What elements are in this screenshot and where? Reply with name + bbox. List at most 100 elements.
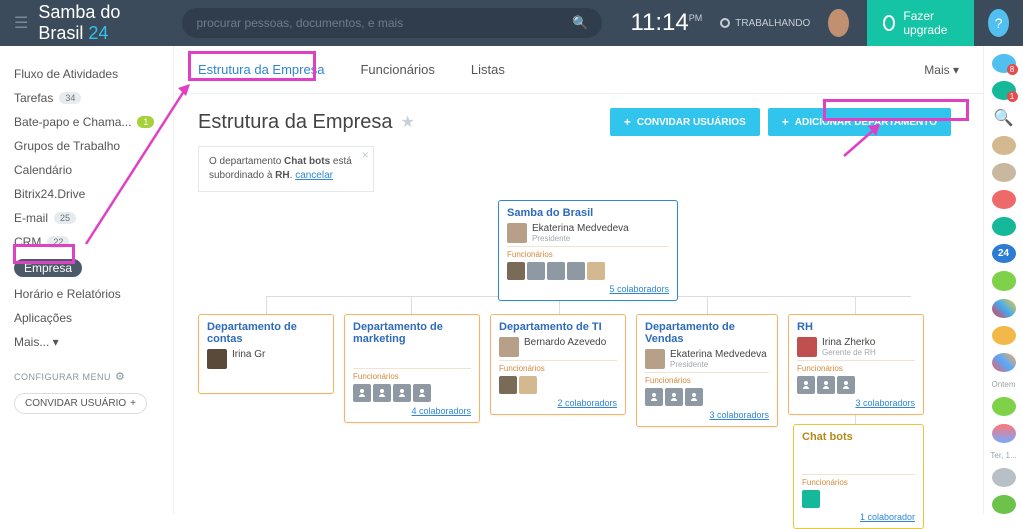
sidebar-item[interactable]: Horário e Relatórios	[0, 282, 173, 306]
thumb[interactable]	[413, 384, 431, 402]
func-label: Funcionários	[507, 246, 669, 259]
thumb[interactable]	[393, 384, 411, 402]
sidebar-item[interactable]: Grupos de Trabalho	[0, 134, 173, 158]
colab-link[interactable]: 4 colaboradors	[353, 406, 471, 416]
dept-title[interactable]: Departamento de Vendas	[645, 321, 769, 345]
connector	[707, 296, 708, 314]
tab-more[interactable]: Mais ▾	[924, 63, 959, 77]
rail-call-icon[interactable]	[992, 495, 1016, 514]
dept-rh[interactable]: RH Irina ZherkoGerente de RH Funcionário…	[788, 314, 924, 415]
plus-icon: +	[782, 115, 789, 129]
avatar	[507, 223, 527, 243]
thumb[interactable]	[507, 262, 525, 280]
dept-title[interactable]: RH	[797, 321, 915, 333]
rail-notifications[interactable]: 8	[992, 54, 1016, 73]
rail-icon[interactable]	[992, 271, 1016, 290]
thumb[interactable]	[567, 262, 585, 280]
sidebar-item[interactable]: Fluxo de Atividades	[0, 62, 173, 86]
menu-icon[interactable]: ☰	[14, 13, 28, 33]
thumb[interactable]	[373, 384, 391, 402]
sidebar-item[interactable]: Aplicações	[0, 306, 173, 330]
func-label: Funcionários	[353, 368, 471, 381]
invite-users-button[interactable]: +CONVIDAR USUÁRIOS	[610, 108, 760, 136]
person[interactable]: Ekaterina MedvedevaPresidente	[507, 223, 669, 243]
dept-chatbots[interactable]: Chat bots Funcionários 1 colaborador	[793, 424, 924, 529]
sidebar-item[interactable]: Tarefas34	[0, 86, 173, 110]
dept-title[interactable]: Samba do Brasil	[507, 207, 669, 219]
brand: Samba do Brasil 24	[38, 2, 154, 44]
thumb[interactable]	[587, 262, 605, 280]
thumb[interactable]	[499, 376, 517, 394]
thumb[interactable]	[685, 388, 703, 406]
thumb[interactable]	[547, 262, 565, 280]
sidebar-item[interactable]: Bate-papo e Chama...1	[0, 110, 173, 134]
dept-marketing[interactable]: Departamento de marketing Funcionários 4…	[344, 314, 480, 423]
rail-avatar[interactable]	[992, 163, 1016, 182]
rail-icon[interactable]	[992, 424, 1016, 443]
thumb[interactable]	[802, 490, 820, 508]
rail-icon[interactable]	[992, 353, 1016, 372]
rail-24-icon[interactable]: 24	[992, 244, 1016, 263]
thumb[interactable]	[645, 388, 663, 406]
rail-chat[interactable]: 1	[992, 81, 1016, 100]
person[interactable]: Irina Gr	[207, 349, 325, 369]
rail-avatar[interactable]	[992, 136, 1016, 155]
dept-ti[interactable]: Departamento de TI Bernardo Azevedo Func…	[490, 314, 626, 415]
star-icon[interactable]: ★	[401, 112, 415, 132]
add-department-button[interactable]: +ADICIONAR DEPARTAMENTO	[768, 108, 951, 136]
sidebar-item[interactable]: Mais... ▾	[0, 330, 173, 354]
colab-link[interactable]: 5 colaboradors	[507, 284, 669, 294]
sidebar-item[interactable]: Empresa	[0, 254, 173, 282]
dept-title[interactable]: Departamento de marketing	[353, 321, 471, 345]
thumb[interactable]	[817, 376, 835, 394]
thumb[interactable]	[665, 388, 683, 406]
rail-icon[interactable]	[992, 190, 1016, 209]
help-button[interactable]: ?	[988, 9, 1009, 37]
plus-icon: +	[624, 115, 631, 129]
dept-title[interactable]: Chat bots	[802, 431, 915, 443]
tab-structure[interactable]: Estrutura da Empresa	[198, 62, 324, 77]
thumbs	[645, 388, 769, 406]
thumb[interactable]	[797, 376, 815, 394]
dept-title[interactable]: Departamento de contas	[207, 321, 325, 345]
tab-employees[interactable]: Funcionários	[360, 62, 434, 77]
close-icon[interactable]: ✕	[361, 149, 369, 162]
gear-icon: ⚙	[115, 370, 125, 383]
rail-icon[interactable]	[992, 326, 1016, 345]
person[interactable]: Irina ZherkoGerente de RH	[797, 337, 915, 357]
cancel-link[interactable]: cancelar	[295, 170, 333, 181]
avatar	[797, 337, 817, 357]
person[interactable]: Ekaterina MedvedevaPresidente	[645, 349, 769, 369]
thumb[interactable]	[353, 384, 371, 402]
rail-icon[interactable]	[992, 468, 1016, 487]
rail-icon[interactable]	[992, 299, 1016, 318]
rail-icon[interactable]	[992, 217, 1016, 236]
dept-vendas[interactable]: Departamento de Vendas Ekaterina Medvede…	[636, 314, 778, 427]
sidebar-item[interactable]: CRM22	[0, 230, 173, 254]
upgrade-button[interactable]: Fazer upgrade	[867, 0, 974, 46]
avatar[interactable]	[828, 9, 849, 37]
sidebar-item[interactable]: Bitrix24.Drive	[0, 182, 173, 206]
rail-label: Ontem	[991, 380, 1015, 389]
tab-lists[interactable]: Listas	[471, 62, 505, 77]
search-input[interactable]	[196, 16, 572, 30]
search-box[interactable]: 🔍	[182, 8, 602, 38]
dept-contas[interactable]: Departamento de contas Irina Gr	[198, 314, 334, 394]
rail-icon[interactable]	[992, 397, 1016, 416]
colab-link[interactable]: 3 colaboradors	[645, 410, 769, 420]
sidebar-item[interactable]: E-mail25	[0, 206, 173, 230]
configure-menu[interactable]: CONFIGURAR MENU ⚙	[0, 354, 173, 387]
person[interactable]: Bernardo Azevedo	[499, 337, 617, 357]
sidebar-item[interactable]: Calendário	[0, 158, 173, 182]
rail-search-icon[interactable]: 🔍	[992, 108, 1016, 128]
thumb[interactable]	[527, 262, 545, 280]
working-status[interactable]: TRABALHANDO	[720, 18, 810, 29]
dept-title[interactable]: Departamento de TI	[499, 321, 617, 333]
colab-link[interactable]: 3 colaboradors	[797, 398, 915, 408]
invite-user-button[interactable]: CONVIDAR USUÁRIO +	[14, 393, 147, 414]
thumb[interactable]	[519, 376, 537, 394]
dept-root[interactable]: Samba do Brasil Ekaterina MedvedevaPresi…	[498, 200, 678, 301]
thumb[interactable]	[837, 376, 855, 394]
colab-link[interactable]: 2 colaboradors	[499, 398, 617, 408]
search-icon[interactable]: 🔍	[572, 15, 588, 31]
